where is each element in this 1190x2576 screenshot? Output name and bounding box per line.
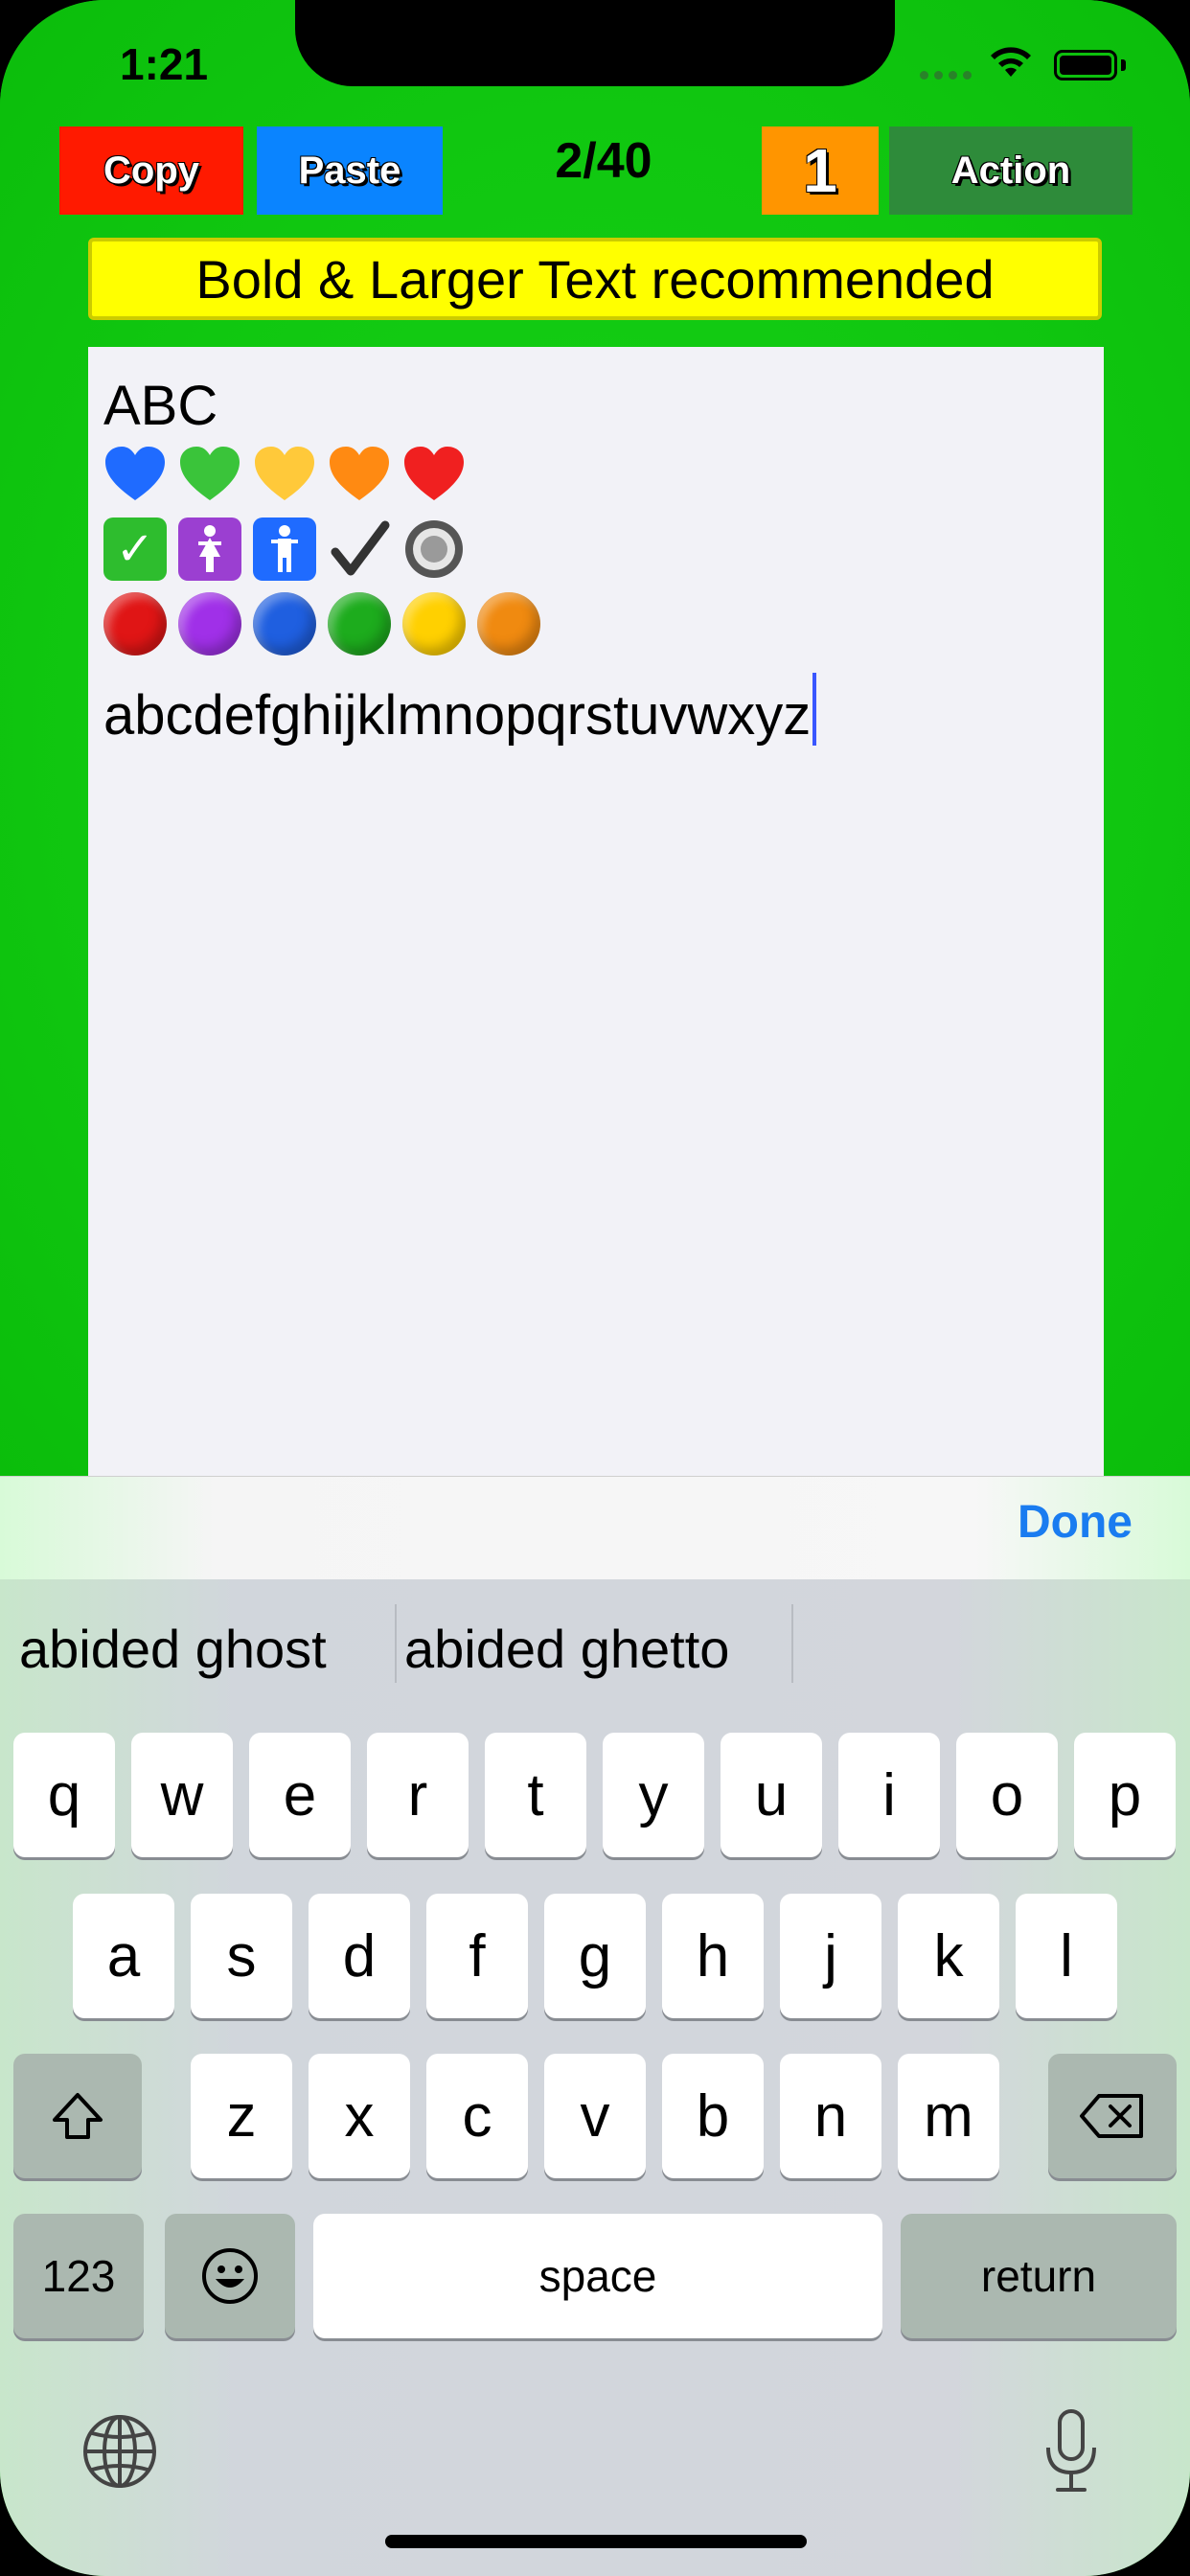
status-time: 1:21 [120,39,209,89]
key-l[interactable]: l [1016,1894,1117,2018]
shift-icon [53,2093,103,2139]
yellow-heart-icon [255,447,314,500]
home-indicator[interactable] [385,2535,807,2548]
paste-button[interactable]: Paste [257,126,443,215]
editor-line-abc: ABC [103,375,218,437]
womens-room-icon [178,518,241,581]
key-z[interactable]: z [191,2054,292,2178]
key-m[interactable]: m [898,2054,999,2178]
text-cursor [812,673,817,746]
key-p[interactable]: p [1074,1733,1176,1857]
key-j[interactable]: j [780,1894,881,2018]
emoji-face-icon [202,2248,258,2304]
orange-circle-icon [477,592,540,656]
suggestion-separator [791,1604,793,1683]
shift-key[interactable] [13,2054,142,2178]
key-h[interactable]: h [662,1894,764,2018]
phone-screen: 1:21 Copy Paste 2/40 1 Action Bold & Lar… [0,0,1190,2576]
copy-button[interactable]: Copy [59,126,243,215]
key-a[interactable]: a [73,1894,174,2018]
suggestion-2[interactable]: abided ghetto [404,1618,729,1680]
key-c[interactable]: c [426,2054,528,2178]
key-o[interactable]: o [956,1733,1058,1857]
wifi-icon [991,47,1031,77]
blue-circle-icon [253,592,316,656]
keyboard: abided ghost abided ghetto q w e r t y u… [0,1579,1190,2576]
key-g[interactable]: g [544,1894,646,2018]
key-f[interactable]: f [426,1894,528,2018]
battery-icon [1054,50,1117,80]
key-n[interactable]: n [780,2054,881,2178]
cellular-signal-icon [920,67,977,84]
done-button[interactable]: Done [1018,1496,1133,1549]
key-t[interactable]: t [485,1733,586,1857]
number-button[interactable]: 1 [762,126,879,215]
key-x[interactable]: x [309,2054,410,2178]
editor-line-alphabet: abcdefghijklmnopqrstuvwxyz [103,673,817,748]
key-w[interactable]: w [131,1733,233,1857]
key-s[interactable]: s [191,1894,292,2018]
key-i[interactable]: i [838,1733,940,1857]
recommendation-banner: Bold & Larger Text recommended [88,238,1102,320]
notch [295,0,895,86]
microphone-icon[interactable] [1041,2407,1102,2496]
yellow-circle-icon [402,592,466,656]
key-r[interactable]: r [367,1733,469,1857]
radio-button-icon [405,520,463,578]
orange-heart-icon [330,447,389,500]
key-y[interactable]: y [603,1733,704,1857]
green-circle-icon [328,592,391,656]
key-q[interactable]: q [13,1733,115,1857]
keyboard-accessory-bar: Done [0,1476,1190,1580]
red-heart-icon [404,447,464,500]
action-button[interactable]: Action [889,126,1133,215]
suggestion-1[interactable]: abided ghost [19,1618,327,1680]
key-e[interactable]: e [249,1733,351,1857]
globe-icon[interactable] [80,2412,159,2491]
green-heart-icon [180,447,240,500]
return-key[interactable]: return [901,2214,1177,2338]
key-v[interactable]: v [544,2054,646,2178]
key-k[interactable]: k [898,1894,999,2018]
key-u[interactable]: u [721,1733,822,1857]
numbers-key[interactable]: 123 [13,2214,144,2338]
mens-room-icon [253,518,316,581]
alphabet-text: abcdefghijklmnopqrstuvwxyz [103,684,812,747]
blue-heart-icon [105,447,165,500]
check-mark-icon [331,520,390,576]
purple-circle-icon [178,592,241,656]
key-d[interactable]: d [309,1894,410,2018]
emoji-key[interactable] [165,2214,295,2338]
text-editor[interactable]: ABC ✓ abcdefghijklmnopqrstuvwxyz [88,347,1104,1478]
page-counter: 2/40 [555,133,652,189]
delete-key[interactable] [1048,2054,1177,2178]
red-circle-icon [103,592,167,656]
battery-cap [1121,59,1126,71]
key-b[interactable]: b [662,2054,764,2178]
backspace-icon [1080,2094,1143,2138]
space-key[interactable]: space [313,2214,882,2338]
suggestion-separator [395,1604,397,1683]
check-mark-button-icon: ✓ [103,518,167,581]
